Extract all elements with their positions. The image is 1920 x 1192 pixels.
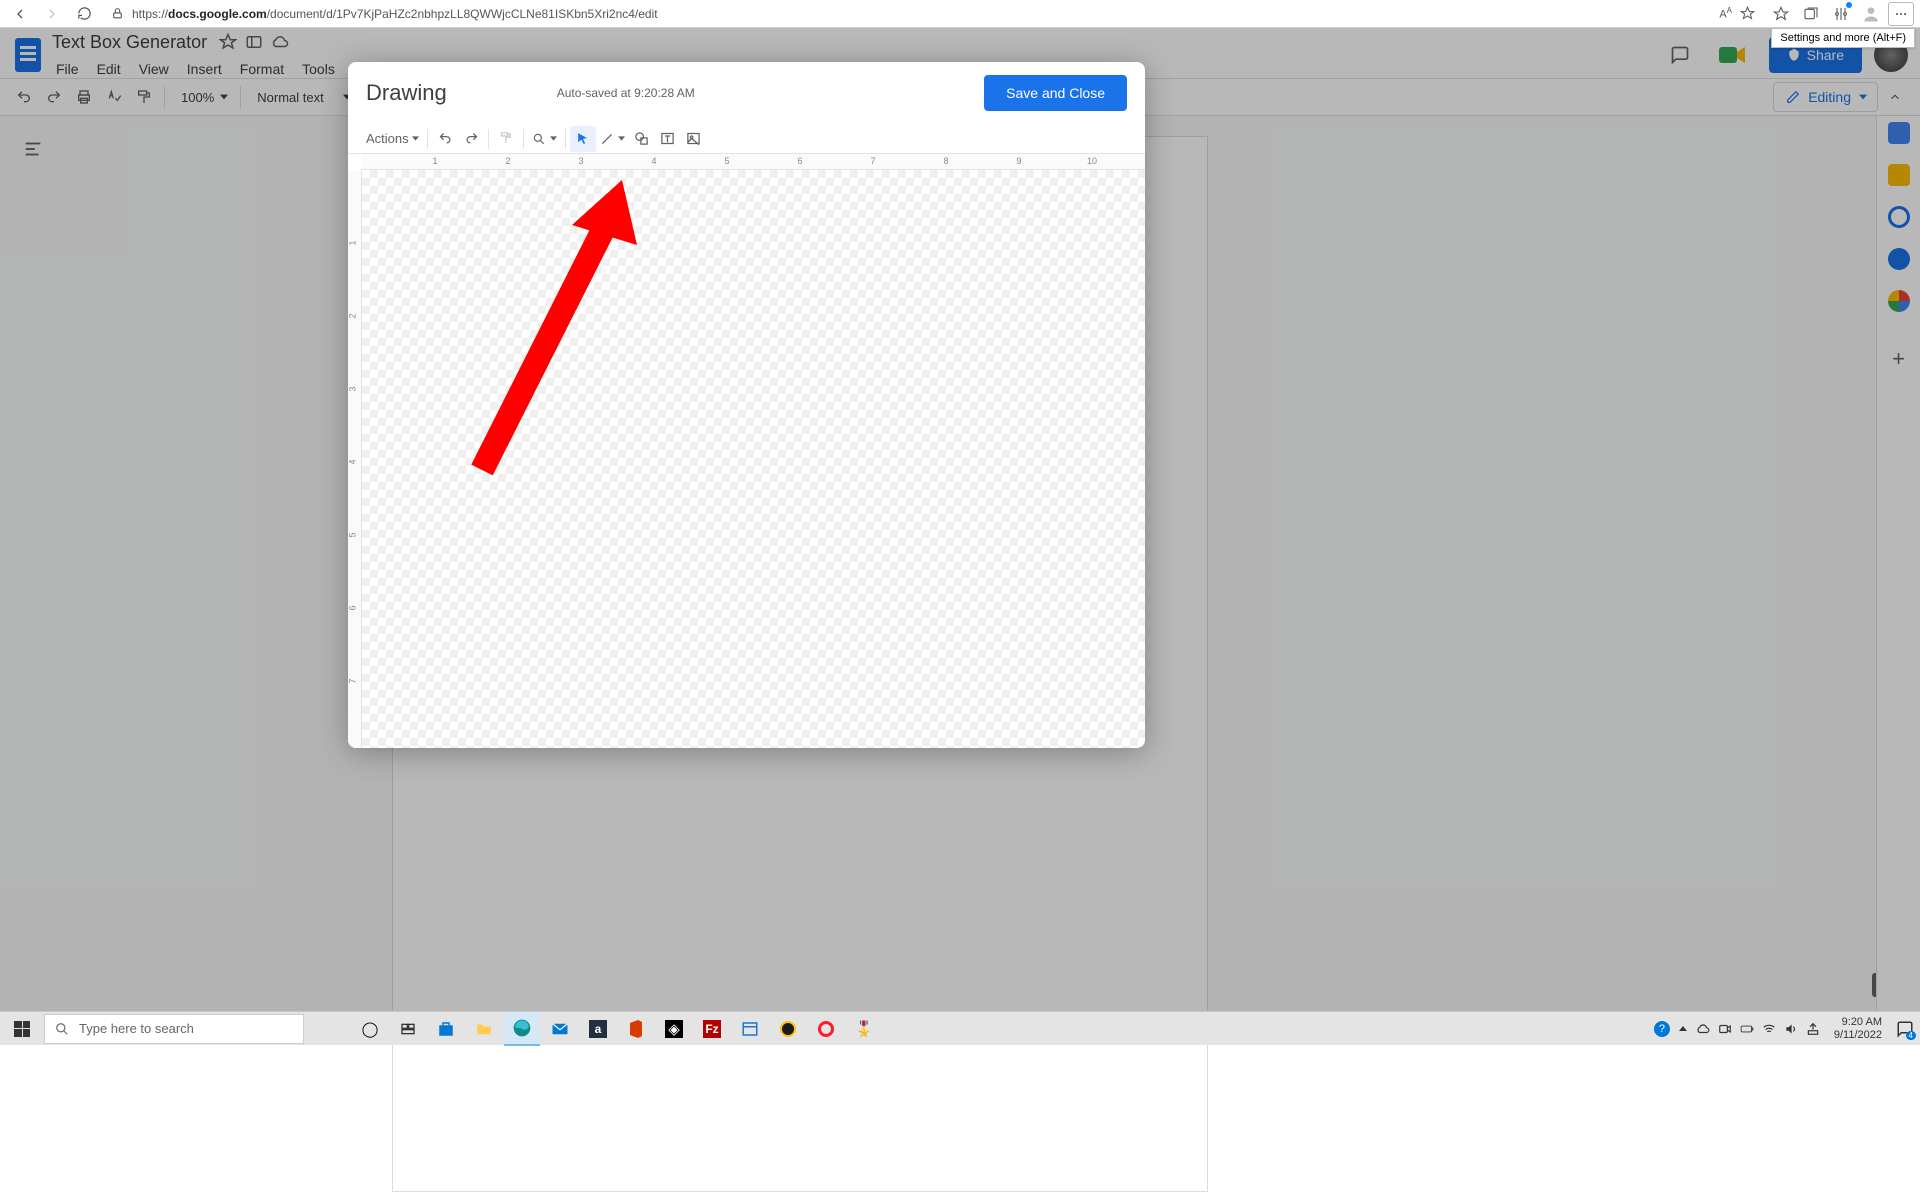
paint-format-drawing-button[interactable] xyxy=(493,126,519,152)
select-tool-button[interactable] xyxy=(570,126,596,152)
drawing-canvas[interactable] xyxy=(362,170,1145,748)
drawing-canvas-area: 1 2 3 4 5 6 7 8 9 10 1 2 3 4 5 6 7 xyxy=(348,154,1145,748)
favorites-icon[interactable] xyxy=(1768,2,1794,26)
cortana-icon[interactable]: ◯ xyxy=(352,1012,388,1046)
store-icon[interactable] xyxy=(428,1012,464,1046)
opera-icon[interactable] xyxy=(808,1012,844,1046)
shape-tool-button[interactable] xyxy=(629,126,655,152)
input-tray-icon[interactable] xyxy=(1806,1022,1820,1036)
windows-taskbar: Type here to search ◯ a ◈ Fz 🎖️ ? 9:20 A… xyxy=(0,1011,1920,1045)
office-icon[interactable] xyxy=(618,1012,654,1046)
start-button[interactable] xyxy=(0,1012,44,1046)
wifi-tray-icon[interactable] xyxy=(1762,1022,1776,1036)
amazon-icon[interactable]: a xyxy=(580,1012,616,1046)
autosave-status: Auto-saved at 9:20:28 AM xyxy=(557,86,695,100)
onedrive-tray-icon[interactable] xyxy=(1696,1022,1710,1036)
action-center-icon[interactable]: 4 xyxy=(1896,1020,1914,1038)
settings-more-button[interactable] xyxy=(1888,2,1914,26)
tray-expand-icon[interactable] xyxy=(1678,1024,1688,1034)
undo-drawing-button[interactable] xyxy=(432,126,458,152)
profile-icon[interactable] xyxy=(1858,2,1884,26)
lock-icon xyxy=(111,7,124,20)
red-arrow-annotation xyxy=(462,170,642,480)
app-icon-window[interactable] xyxy=(732,1012,768,1046)
line-tool-button[interactable] xyxy=(596,126,629,152)
volume-tray-icon[interactable] xyxy=(1784,1022,1798,1036)
mail-icon[interactable] xyxy=(542,1012,578,1046)
taskbar-search[interactable]: Type here to search xyxy=(44,1014,304,1044)
actions-dropdown[interactable]: Actions xyxy=(362,126,423,152)
text-box-tool-button[interactable] xyxy=(655,126,681,152)
file-explorer-icon[interactable] xyxy=(466,1012,502,1046)
help-tray-icon[interactable]: ? xyxy=(1654,1021,1670,1037)
search-placeholder: Type here to search xyxy=(79,1021,194,1036)
weather-widget[interactable] xyxy=(302,1014,346,1044)
forward-button[interactable] xyxy=(38,2,66,26)
reload-button[interactable] xyxy=(70,2,98,26)
zoom-drawing-button[interactable] xyxy=(528,126,561,152)
image-tool-button[interactable] xyxy=(681,126,707,152)
drawing-header: Drawing Auto-saved at 9:20:28 AM Save an… xyxy=(348,62,1145,124)
drawing-toolbar: Actions xyxy=(348,124,1145,154)
search-icon xyxy=(55,1022,69,1036)
redo-drawing-button[interactable] xyxy=(458,126,484,152)
text-size-icon[interactable]: AA xyxy=(1719,6,1732,21)
drawing-title: Drawing xyxy=(366,80,447,106)
battery-tray-icon[interactable] xyxy=(1740,1022,1754,1036)
ruler-horizontal[interactable]: 1 2 3 4 5 6 7 8 9 10 xyxy=(362,154,1145,170)
filezilla-icon[interactable]: Fz xyxy=(694,1012,730,1046)
taskbar-pinned-apps: ◯ a ◈ Fz 🎖️ xyxy=(352,1012,882,1046)
read-aloud-icon[interactable] xyxy=(1740,6,1755,21)
system-tray: ? 9:20 AM 9/11/2022 4 xyxy=(1648,1016,1920,1041)
browser-top-bar: https://docs.google.com/document/d/1Pv7K… xyxy=(0,0,1920,28)
back-button[interactable] xyxy=(6,2,34,26)
task-view-icon[interactable] xyxy=(390,1012,426,1046)
edge-icon[interactable] xyxy=(504,1012,540,1046)
drawing-dialog: Drawing Auto-saved at 9:20:28 AM Save an… xyxy=(348,62,1145,748)
app-icon-yellow[interactable] xyxy=(770,1012,806,1046)
address-bar[interactable]: https://docs.google.com/document/d/1Pv7K… xyxy=(102,3,1764,25)
tray-clock[interactable]: 9:20 AM 9/11/2022 xyxy=(1828,1016,1888,1041)
extension-badge-icon[interactable] xyxy=(1828,2,1854,26)
url-text: https://docs.google.com/document/d/1Pv7K… xyxy=(132,7,1711,21)
save-and-close-button[interactable]: Save and Close xyxy=(984,75,1127,111)
settings-tooltip: Settings and more (Alt+F) xyxy=(1771,28,1915,48)
meet-now-tray-icon[interactable] xyxy=(1718,1022,1732,1036)
collections-icon[interactable] xyxy=(1798,2,1824,26)
app-icon-medal[interactable]: 🎖️ xyxy=(846,1012,882,1046)
ruler-vertical[interactable]: 1 2 3 4 5 6 7 xyxy=(348,170,362,748)
app-icon-diamond[interactable]: ◈ xyxy=(656,1012,692,1046)
